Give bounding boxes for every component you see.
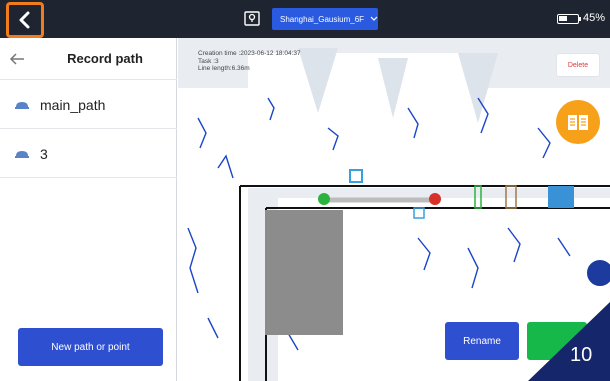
robot-icon [15,101,29,109]
path-info: Creation time :2023-06-12 18:04:37 Task … [198,50,301,73]
panel-header: Record path [0,38,177,80]
delete-button[interactable]: Delete [557,54,599,76]
path-item-main-path[interactable]: main_path [0,81,177,129]
chevron-down-icon [370,16,378,21]
panel-title: Record path [67,51,143,66]
line-length: Line length:6.36m [198,65,250,72]
battery-level-fill [559,16,567,21]
back-button[interactable] [6,2,44,38]
path-label: main_path [40,96,106,113]
new-path-button[interactable]: New path or point [18,328,163,366]
battery-tip [579,17,581,21]
battery-icon [557,14,579,24]
robot-icon [15,150,29,158]
battery-percentage: 45% [583,12,606,24]
map-selector[interactable]: Shanghai_Gausium_6F [272,8,378,30]
record-path-panel: Record path main_path 3 New path or poin… [0,38,177,381]
step-number: 10 [570,344,593,366]
map-view[interactable]: Creation time :2023-06-12 18:04:37 Task … [178,38,610,381]
path-label: 3 [40,145,48,162]
map-name: Shanghai_Gausium_6F [280,14,365,24]
manual-button[interactable] [556,100,600,144]
arrow-left-icon[interactable] [8,50,26,68]
step-badge [528,302,610,381]
path-item-3[interactable]: 3 [0,130,177,178]
book-icon [568,115,588,130]
map-pin-icon [244,11,260,26]
menu-float-button[interactable] [585,258,610,288]
creation-time: Creation time :2023-06-12 18:04:37 [198,50,301,57]
top-bar: Shanghai_Gausium_6F 45% [0,0,610,38]
chevron-left-icon [19,11,30,29]
task-count: Task :3 [198,57,219,65]
